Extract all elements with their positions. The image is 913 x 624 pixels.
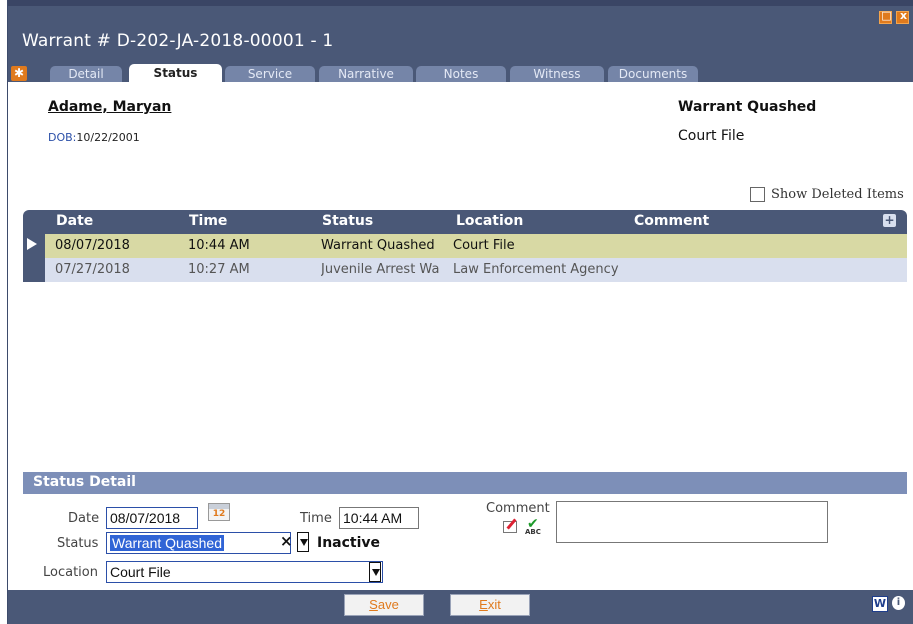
tab-service[interactable]: Service <box>225 66 315 82</box>
spellcheck-icon[interactable]: ✔ ABC <box>524 516 544 536</box>
exit-access-key: E <box>479 597 488 612</box>
status-state: Inactive <box>317 535 381 551</box>
location-select[interactable]: Court File <box>106 561 383 583</box>
edit-comment-icon[interactable] <box>503 521 517 533</box>
column-status[interactable]: Status <box>322 213 373 229</box>
time-field[interactable]: 10:44 AM <box>339 507 419 529</box>
footer-bar: Save Exit W i <box>8 590 913 624</box>
cell-status: Juvenile Arrest Wa <box>321 262 440 277</box>
cell-date: 08/07/2018 <box>55 238 130 253</box>
new-record-icon[interactable]: ✱ <box>11 66 27 81</box>
person-name[interactable]: Adame, Maryan <box>48 99 171 115</box>
status-label: Status <box>57 536 99 551</box>
cell-status: Warrant Quashed <box>321 238 435 253</box>
cell-location: Court File <box>453 238 515 253</box>
location-label: Location <box>43 565 98 580</box>
close-button[interactable]: x <box>896 9 909 24</box>
column-date[interactable]: Date <box>56 213 93 229</box>
calendar-icon[interactable]: 12 <box>208 503 230 521</box>
spellcheck-abc: ABC <box>525 528 541 536</box>
save-button[interactable]: Save <box>344 594 424 616</box>
restore-icon: □ <box>881 9 892 22</box>
column-comment[interactable]: Comment <box>634 213 709 229</box>
tab-bar: ✱ Detail Status Service Narrative Notes … <box>8 60 913 82</box>
table-row[interactable]: 08/07/2018 10:44 AM Warrant Quashed Cour… <box>45 234 907 258</box>
status-detail-title: Status Detail <box>33 474 136 490</box>
tab-detail[interactable]: Detail <box>50 66 122 82</box>
tab-notes[interactable]: Notes <box>416 66 506 82</box>
tab-witness[interactable]: Witness <box>510 66 604 82</box>
status-select[interactable]: Warrant Quashed <box>106 532 291 554</box>
tab-status[interactable]: Status <box>129 64 222 82</box>
exit-button[interactable]: Exit <box>450 594 530 616</box>
close-icon: x <box>899 9 908 22</box>
dob: DOB:10/22/2001 <box>48 131 140 144</box>
status-grid: Date Time Status Location Comment + 08/0… <box>23 210 907 465</box>
status-dropdown-button[interactable] <box>297 532 309 552</box>
show-deleted-label: Show Deleted Items <box>771 187 904 202</box>
dob-label: DOB: <box>48 131 77 144</box>
time-label: Time <box>300 511 332 526</box>
cell-time: 10:27 AM <box>188 262 250 277</box>
tab-narrative[interactable]: Narrative <box>319 66 413 82</box>
comment-field[interactable] <box>556 501 828 543</box>
warrant-window: Warrant # D-202-JA-2018-00001 - 1 □ x ✱ … <box>7 0 913 624</box>
cell-time: 10:44 AM <box>188 238 250 253</box>
cell-location: Law Enforcement Agency <box>453 262 619 277</box>
current-status: Warrant Quashed <box>678 99 817 115</box>
grid-header: Date Time Status Location Comment + <box>23 210 907 234</box>
column-location[interactable]: Location <box>456 213 523 229</box>
save-access-key: S <box>369 597 378 612</box>
location-dropdown-button[interactable] <box>369 562 381 582</box>
info-icon[interactable]: i <box>892 596 905 610</box>
show-deleted-toggle[interactable]: Show Deleted Items <box>750 187 904 202</box>
status-detail-header: Status Detail <box>23 472 907 494</box>
table-row[interactable]: 07/27/2018 10:27 AM Juvenile Arrest Wa L… <box>45 258 907 282</box>
dob-value: 10/22/2001 <box>76 131 140 144</box>
current-row-icon <box>27 238 37 250</box>
restore-button[interactable]: □ <box>879 9 892 24</box>
add-row-icon[interactable]: + <box>883 214 896 227</box>
column-time[interactable]: Time <box>189 213 227 229</box>
status-select-value: Warrant Quashed <box>110 535 224 551</box>
window-title: Warrant # D-202-JA-2018-00001 - 1 <box>22 31 334 51</box>
comment-label: Comment <box>486 501 550 516</box>
exit-label-rest: xit <box>487 597 501 612</box>
resize-grip-icon: ⌄ <box>463 619 471 624</box>
word-export-icon[interactable]: W <box>872 596 888 612</box>
calendar-day: 12 <box>212 509 226 519</box>
date-field[interactable]: 08/07/2018 <box>106 507 198 529</box>
date-label: Date <box>68 511 100 526</box>
current-location: Court File <box>678 128 745 144</box>
top-strip <box>8 0 913 6</box>
title-bar: Warrant # D-202-JA-2018-00001 - 1 □ x <box>8 0 913 60</box>
cell-date: 07/27/2018 <box>55 262 130 277</box>
save-label-rest: ave <box>377 597 399 612</box>
clear-status-icon[interactable]: × <box>280 532 293 550</box>
tab-documents[interactable]: Documents <box>608 66 698 82</box>
show-deleted-checkbox[interactable] <box>750 187 765 202</box>
row-gutter <box>23 234 45 282</box>
